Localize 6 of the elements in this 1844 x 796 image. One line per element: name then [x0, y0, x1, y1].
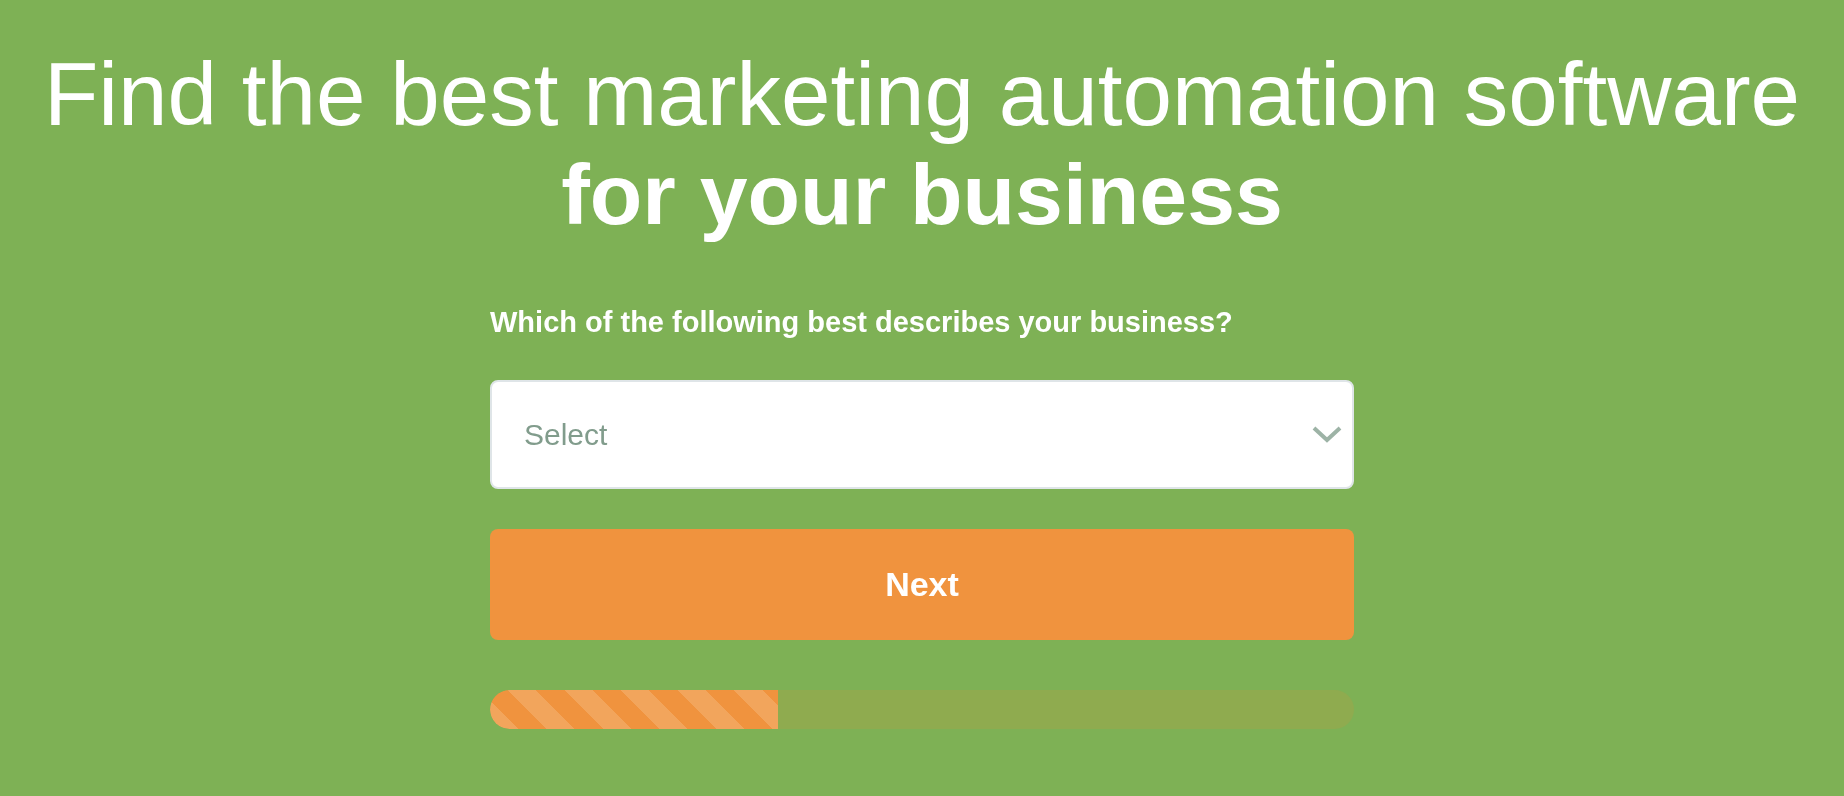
- chevron-down-icon: [1312, 425, 1342, 444]
- headline-emphasis: for your business: [560, 145, 1284, 244]
- next-button[interactable]: Next: [490, 528, 1354, 640]
- question-label: Which of the following best describes your business?: [490, 305, 1234, 340]
- headline: Find the best marketing automation software: [42, 44, 1802, 144]
- select-field[interactable]: Select: [490, 379, 1354, 489]
